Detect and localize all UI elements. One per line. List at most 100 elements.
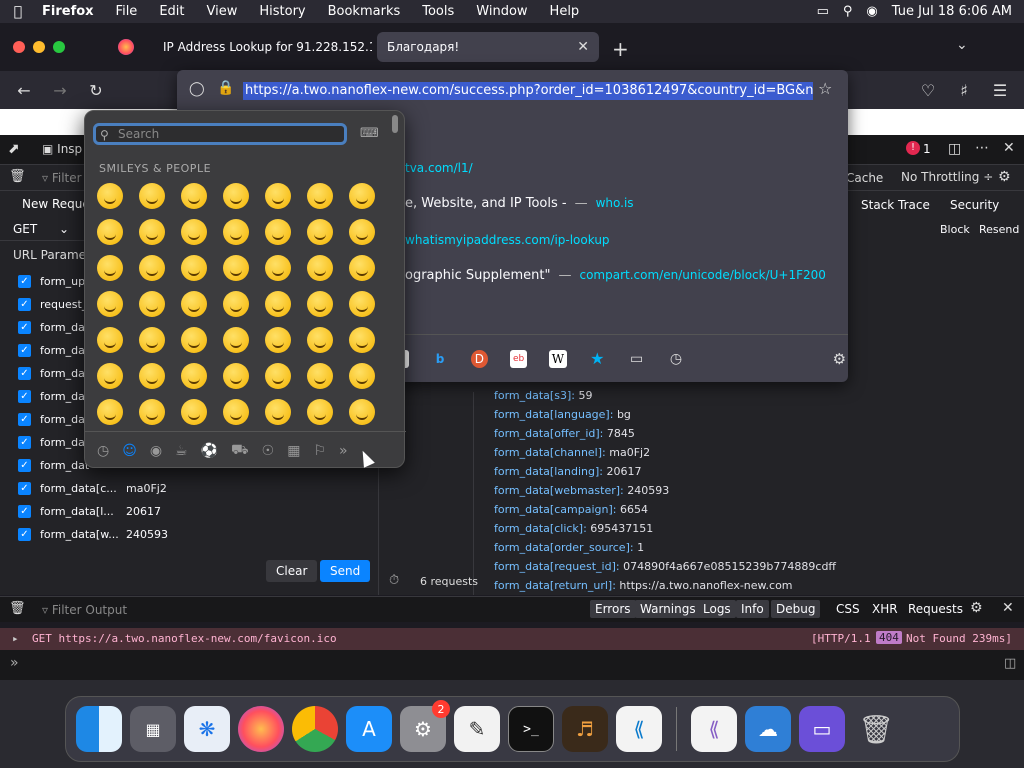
gear-icon[interactable]: ⚙ [831, 350, 848, 368]
emoji-face-icon[interactable] [181, 255, 207, 281]
emoji-face-icon[interactable] [349, 363, 375, 389]
suggestion-item[interactable]: whatismyipaddress.com/ip-lookup [405, 233, 610, 248]
param-row[interactable]: ✓ form_data[w... 240593 [0, 523, 379, 546]
emoji-face-icon[interactable] [181, 399, 207, 425]
visual-studio-icon[interactable]: ⟪ [691, 706, 737, 752]
firefox-icon[interactable] [238, 706, 284, 752]
emoji-face-icon[interactable] [139, 291, 165, 317]
window-zoom-button[interactable] [53, 41, 65, 53]
menu-file[interactable]: File [105, 4, 149, 19]
console-filter-logs[interactable]: Logs [698, 600, 736, 618]
checkbox-checked-icon[interactable]: ✓ [18, 298, 31, 311]
checkbox-checked-icon[interactable]: ✓ [18, 528, 31, 541]
menubar-clock[interactable]: Tue Jul 18 6:06 AM [892, 4, 1012, 19]
trash-icon[interactable]: 🗑 [9, 169, 26, 184]
console-filter-info[interactable]: Info [736, 600, 769, 618]
param-value[interactable]: ma0Fj2 [126, 482, 167, 495]
param-key[interactable]: form_data[l... [40, 505, 126, 518]
character-viewer-icon[interactable]: ⌨ [360, 126, 379, 141]
menu-window[interactable]: Window [465, 4, 538, 19]
param-value[interactable]: 240593 [126, 528, 168, 541]
sidebar-toggle-icon[interactable]: ◫ [1004, 656, 1016, 671]
emoji-face-icon[interactable] [97, 327, 123, 353]
checkbox-checked-icon[interactable]: ✓ [18, 275, 31, 288]
trash-icon[interactable]: 🗑 [853, 706, 899, 752]
simulator-icon[interactable]: ▭ [799, 706, 845, 752]
throttling-select[interactable]: No Throttling ÷ [901, 170, 993, 184]
bookmarks-star-icon[interactable]: ★ [589, 349, 606, 368]
control-center-icon[interactable]: ◉ [866, 4, 877, 19]
emoji-face-icon[interactable] [139, 183, 165, 209]
filter-input[interactable]: ▿ Filter [42, 171, 82, 185]
checkbox-checked-icon[interactable]: ✓ [18, 344, 31, 357]
console-filter-xhr[interactable]: XHR [867, 600, 903, 618]
param-row[interactable]: ✓ form_data[l... 20617 [0, 500, 379, 523]
scrollbar[interactable] [392, 115, 398, 133]
gear-icon[interactable]: ⚙ [998, 169, 1011, 185]
emoji-face-icon[interactable] [349, 183, 375, 209]
suggestion-item[interactable]: ographic Supplement" — compart.com/en/unic… [405, 268, 826, 283]
app-store-icon[interactable]: A [346, 706, 392, 752]
emoji-face-icon[interactable] [223, 255, 249, 281]
duckduckgo-icon[interactable]: D [470, 349, 488, 368]
close-devtools-icon[interactable]: ✕ [1003, 140, 1015, 156]
garageband-icon[interactable]: ♬ [562, 706, 608, 752]
emoji-face-icon[interactable] [97, 255, 123, 281]
shield-icon[interactable]: ◯ [189, 81, 205, 97]
more-options-icon[interactable]: ⋯ [975, 140, 989, 156]
emoji-face-icon[interactable] [349, 399, 375, 425]
emoji-face-icon[interactable] [349, 255, 375, 281]
checkbox-checked-icon[interactable]: ✓ [18, 367, 31, 380]
wikipedia-icon[interactable]: W [549, 349, 567, 368]
emoji-face-icon[interactable] [181, 363, 207, 389]
param-key[interactable]: form_data[w... [40, 528, 126, 541]
ebay-icon[interactable]: eb [509, 349, 528, 368]
tab-stack-trace[interactable]: Stack Trace [861, 198, 930, 212]
suggestion-item[interactable]: e, Website, and IP Tools - — who.is [405, 196, 634, 211]
tab-inspector[interactable]: ▣ Insp [42, 142, 82, 156]
checkbox-checked-icon[interactable]: ✓ [18, 436, 31, 449]
emoji-face-icon[interactable] [97, 399, 123, 425]
emoji-face-icon[interactable] [181, 327, 207, 353]
emoji-face-icon[interactable] [349, 219, 375, 245]
bookmark-star-icon[interactable]: ☆ [818, 79, 832, 98]
smileys-icon[interactable]: ☺ [122, 443, 137, 459]
emoji-face-icon[interactable] [139, 255, 165, 281]
checkbox-checked-icon[interactable]: ✓ [18, 321, 31, 334]
emoji-face-icon[interactable] [307, 327, 333, 353]
pocket-icon[interactable]: ♡ [917, 79, 939, 101]
menu-tools[interactable]: Tools [411, 4, 465, 19]
animals-icon[interactable]: ◉ [150, 443, 162, 459]
food-icon[interactable]: ☕ [175, 443, 188, 459]
menu-app-firefox[interactable]: Firefox [36, 4, 105, 19]
bing-icon[interactable]: b [431, 350, 448, 368]
system-settings-icon[interactable]: ⚙ 2 [400, 700, 450, 752]
emoji-face-icon[interactable] [181, 219, 207, 245]
emoji-face-icon[interactable] [265, 399, 291, 425]
safari-icon[interactable]: ❋ [184, 706, 230, 752]
emoji-face-icon[interactable] [223, 183, 249, 209]
checkbox-checked-icon[interactable]: ✓ [18, 390, 31, 403]
symbols-icon[interactable]: ▦ [287, 443, 300, 459]
weather-icon[interactable]: ☁ [745, 706, 791, 752]
window-minimize-button[interactable] [33, 41, 45, 53]
emoji-face-icon[interactable] [223, 291, 249, 317]
emoji-face-icon[interactable] [307, 255, 333, 281]
menu-help[interactable]: Help [539, 4, 591, 19]
close-icon[interactable]: ✕ [1002, 600, 1014, 616]
console-filter-errors[interactable]: Errors [590, 600, 636, 618]
more-chevron-icon[interactable]: » [339, 443, 348, 459]
apple-icon[interactable]:  [0, 4, 36, 20]
emoji-face-icon[interactable] [97, 363, 123, 389]
menu-bookmarks[interactable]: Bookmarks [317, 4, 412, 19]
gear-icon[interactable]: ⚙ [970, 600, 983, 616]
tab-blagodarya[interactable]: Благодаря! ✕ [377, 32, 599, 62]
menu-view[interactable]: View [196, 4, 249, 19]
method-select[interactable]: GET ⌄ [13, 222, 69, 236]
emoji-face-icon[interactable] [139, 327, 165, 353]
back-button[interactable]: ← [13, 79, 35, 101]
console-input[interactable]: » ◫ [0, 650, 1024, 680]
console-error-row[interactable]: ▸ GET https://a.two.nanoflex-new.com/fav… [0, 628, 1024, 650]
flags-icon[interactable]: ⚐ [313, 443, 326, 459]
emoji-face-icon[interactable] [307, 219, 333, 245]
